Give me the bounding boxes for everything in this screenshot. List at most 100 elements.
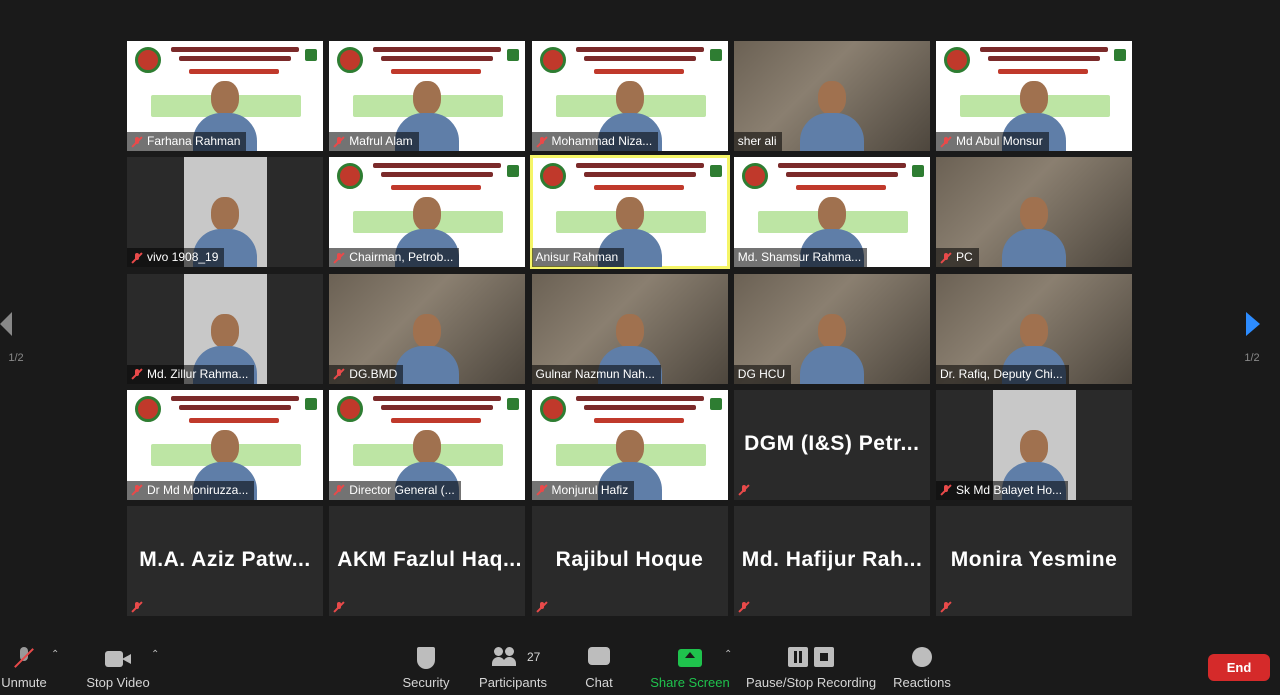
video-options-chevron-icon[interactable]: ⌃ xyxy=(151,649,159,660)
participant-tile[interactable]: Chairman, Petrob... xyxy=(329,157,526,268)
chat-bubble-icon xyxy=(588,647,610,665)
participant-tile[interactable]: Anisur Rahman xyxy=(529,155,730,270)
share-screen-label: Share Screen xyxy=(650,675,730,690)
participant-name: PC xyxy=(956,250,973,265)
govt-logo-icon xyxy=(539,395,566,422)
chevron-left-icon[interactable] xyxy=(0,312,12,336)
participant-name-bar: PC xyxy=(936,248,979,268)
participant-name-display: Rajibul Hoque xyxy=(555,548,704,571)
shared-slide-graphic xyxy=(507,165,520,178)
shared-slide-graphic xyxy=(305,49,317,61)
participant-tile[interactable]: Dr Md Moniruzza... xyxy=(127,389,323,500)
microphone-muted-icon xyxy=(131,484,143,496)
participant-tile[interactable]: Md. Shamsur Rahma... xyxy=(733,157,930,268)
participant-name-bar: sher ali xyxy=(733,132,783,151)
shield-icon xyxy=(417,647,435,669)
shared-slide-graphic xyxy=(381,172,494,178)
participant-name-bar xyxy=(329,597,351,616)
participant-name: DG.BMD xyxy=(349,366,398,381)
participant-tile[interactable]: DG HCU xyxy=(733,273,930,384)
shared-slide-graphic xyxy=(988,56,1100,61)
shared-slide-graphic xyxy=(795,185,886,191)
shared-slide-graphic xyxy=(575,163,704,169)
participant-name-bar: Dr Md Moniruzza... xyxy=(127,480,255,500)
microphone-muted-icon xyxy=(536,484,548,496)
share-options-chevron-icon[interactable]: ⌃ xyxy=(724,649,732,660)
shared-slide-graphic xyxy=(583,404,696,410)
unmute-button[interactable]: Unmute xyxy=(0,635,48,695)
shared-slide-graphic xyxy=(593,417,684,423)
shared-slide-graphic xyxy=(911,165,924,178)
participant-tile[interactable]: Mafrul Alam xyxy=(329,41,526,151)
microphone-muted-icon xyxy=(131,368,143,380)
participant-tile[interactable]: Md. Hafijur Rah... xyxy=(733,506,930,616)
pause-stop-recording-button[interactable]: Pause/Stop Recording xyxy=(746,635,876,695)
participant-tile[interactable]: M.A. Aziz Patw... xyxy=(127,506,323,616)
meeting-window: 1/2 1/2 Farhana Rahman Mafrul Alam Mohamma… xyxy=(0,0,1280,695)
participant-name-bar: Dr. Rafiq, Deputy Chi... xyxy=(936,364,1069,384)
participant-name: DG HCU xyxy=(737,366,786,381)
participant-tile[interactable]: DG.BMD xyxy=(329,273,526,384)
microphone-muted-icon xyxy=(738,484,750,496)
participant-name-bar: Chairman, Petrob... xyxy=(329,248,460,268)
end-meeting-button[interactable]: End xyxy=(1208,654,1270,681)
participant-tile[interactable]: Rajibul Hoque xyxy=(531,506,728,616)
participant-name-bar: Mafrul Alam xyxy=(329,132,419,151)
participant-name-bar: DG HCU xyxy=(733,364,792,384)
microphone-muted-icon xyxy=(333,368,345,380)
chat-button[interactable]: Chat xyxy=(576,635,622,695)
reactions-button[interactable]: Reactions xyxy=(892,635,952,695)
participant-tile[interactable]: Dr. Rafiq, Deputy Chi... xyxy=(936,273,1132,384)
shared-slide-graphic xyxy=(777,163,906,169)
participant-name: Md Abul Monsur xyxy=(956,134,1043,148)
participant-tile[interactable]: Director General (... xyxy=(329,389,526,500)
shared-slide-graphic xyxy=(998,69,1088,74)
participant-name: Sk Md Balayet Ho... xyxy=(956,482,1063,497)
participant-tile[interactable]: PC xyxy=(936,157,1132,268)
shared-slide-graphic xyxy=(709,165,722,178)
shared-slide-graphic xyxy=(179,56,291,61)
govt-logo-icon xyxy=(337,395,364,422)
participant-name: Farhana Rahman xyxy=(147,134,241,148)
participants-button[interactable]: 27 Participants xyxy=(476,635,550,695)
stop-video-button[interactable]: Stop Video xyxy=(82,635,154,695)
participant-tile[interactable]: Monjurul Hafiz xyxy=(531,389,728,500)
shared-slide-graphic xyxy=(381,404,494,410)
microphone-muted-icon xyxy=(940,136,952,148)
participant-tile[interactable]: Mohammad Niza... xyxy=(531,41,728,151)
shared-slide-graphic xyxy=(1114,49,1126,61)
microphone-muted-icon xyxy=(131,252,143,264)
security-button[interactable]: Security xyxy=(398,635,454,695)
microphone-muted-icon xyxy=(333,484,345,496)
participant-tile[interactable]: vivo 1908_19 xyxy=(127,157,323,268)
participant-tile[interactable]: DGM (I&S) Petr... xyxy=(733,389,930,500)
participant-name-bar xyxy=(936,597,958,616)
chevron-right-icon[interactable] xyxy=(1246,312,1260,336)
participant-name-bar: Farhana Rahman xyxy=(127,132,247,151)
shared-slide-graphic xyxy=(593,69,684,74)
microphone-muted-icon xyxy=(940,484,952,496)
share-screen-button[interactable]: Share Screen xyxy=(650,635,730,695)
audio-options-chevron-icon[interactable]: ⌃ xyxy=(51,649,59,660)
participant-tile[interactable]: Farhana Rahman xyxy=(127,41,323,151)
microphone-muted-icon xyxy=(940,601,952,613)
stop-video-label: Stop Video xyxy=(86,675,150,690)
participant-tile[interactable]: Md Abul Monsur xyxy=(936,41,1132,151)
emoji-smile-icon xyxy=(912,647,932,667)
participant-tile[interactable]: Sk Md Balayet Ho... xyxy=(936,389,1132,500)
shared-slide-graphic xyxy=(391,69,482,74)
shared-slide-graphic xyxy=(583,56,696,61)
participant-name-bar: Md Abul Monsur xyxy=(936,132,1049,151)
participant-name-bar: Md. Shamsur Rahma... xyxy=(733,248,868,268)
shared-slide-graphic xyxy=(593,185,684,191)
participant-tile[interactable]: AKM Fazlul Haq... xyxy=(329,506,526,616)
recording-label: Pause/Stop Recording xyxy=(746,675,877,690)
participant-tile[interactable]: Monira Yesmine xyxy=(936,506,1132,616)
participant-tile[interactable]: Md. Zillur Rahma... xyxy=(127,273,323,384)
participant-name-bar: Director General (... xyxy=(329,480,461,500)
govt-logo-icon xyxy=(741,163,768,190)
microphone-muted-icon xyxy=(536,136,548,148)
participant-tile[interactable]: sher ali xyxy=(733,41,930,151)
participant-name-bar xyxy=(532,597,554,616)
participant-tile[interactable]: Gulnar Nazmun Nah... xyxy=(531,273,728,384)
